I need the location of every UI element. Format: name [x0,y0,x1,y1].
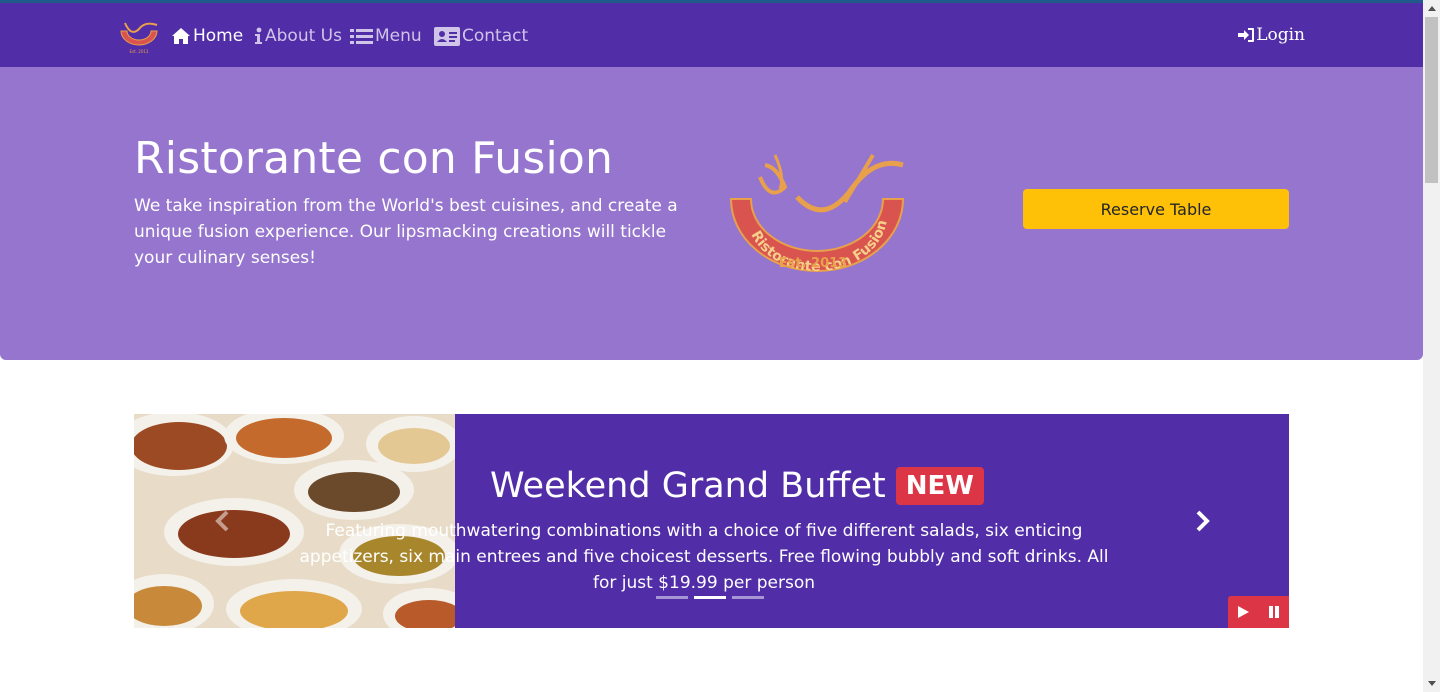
nav-menu[interactable]: Menu [350,24,422,48]
nav-home[interactable]: Home [171,24,243,48]
page-title: Ristorante con Fusion [134,133,614,184]
nav-menu-label: Menu [375,26,422,46]
info-icon [255,27,262,44]
carousel-indicator[interactable] [656,596,688,599]
carousel-play-button[interactable] [1231,600,1255,624]
scroll-up-arrow-icon[interactable] [1423,0,1440,17]
pause-icon [1268,606,1279,618]
nav-contact[interactable]: Contact [434,24,528,48]
vertical-scrollbar[interactable] [1423,0,1440,692]
restaurant-logo: Ristorante con Fusion Est. 2013 [729,153,905,275]
carousel-indicator-active[interactable] [694,596,726,599]
carousel-description: Featuring mouthwatering combinations wit… [299,521,1109,593]
carousel-play-pause-controls [1228,596,1289,628]
reserve-table-button[interactable]: Reserve Table [1023,189,1289,229]
address-card-icon [434,26,460,46]
svg-text:Est. 2013: Est. 2013 [130,49,149,54]
jumbotron: Ristorante con Fusion We take inspiratio… [0,67,1423,360]
carousel-pause-button[interactable] [1262,600,1286,624]
hero-description: We take inspiration from the World's bes… [134,196,678,268]
brand-logo[interactable]: Est. 2013 [117,17,161,55]
play-icon [1238,606,1250,618]
new-badge: NEW [895,467,984,505]
nav-home-label: Home [193,26,244,46]
carousel-title: Weekend Grand Buffet NEW [490,466,984,506]
carousel-indicator[interactable] [732,596,764,599]
carousel-next-icon[interactable] [1191,510,1213,532]
nav-about-label: About Us [265,26,342,46]
carousel-title-text: Weekend Grand Buffet [490,466,886,506]
navbar: Est. 2013 Home About Us Menu Contact Log… [0,3,1423,67]
list-icon [350,28,373,44]
login-button[interactable]: Login [1238,25,1305,45]
scroll-down-arrow-icon[interactable] [1423,675,1440,692]
nav-about[interactable]: About Us [254,24,342,48]
login-label: Login [1256,25,1305,45]
sign-in-icon [1238,28,1255,42]
logo-est-text: Est. 2013 [779,256,847,271]
home-icon [172,28,190,44]
carousel: Weekend Grand Buffet NEW Featuring mouth… [134,414,1289,628]
carousel-indicators [656,596,770,599]
carousel-prev-icon[interactable] [212,510,234,532]
scrollbar-thumb[interactable] [1425,17,1438,183]
nav-contact-label: Contact [462,26,529,46]
